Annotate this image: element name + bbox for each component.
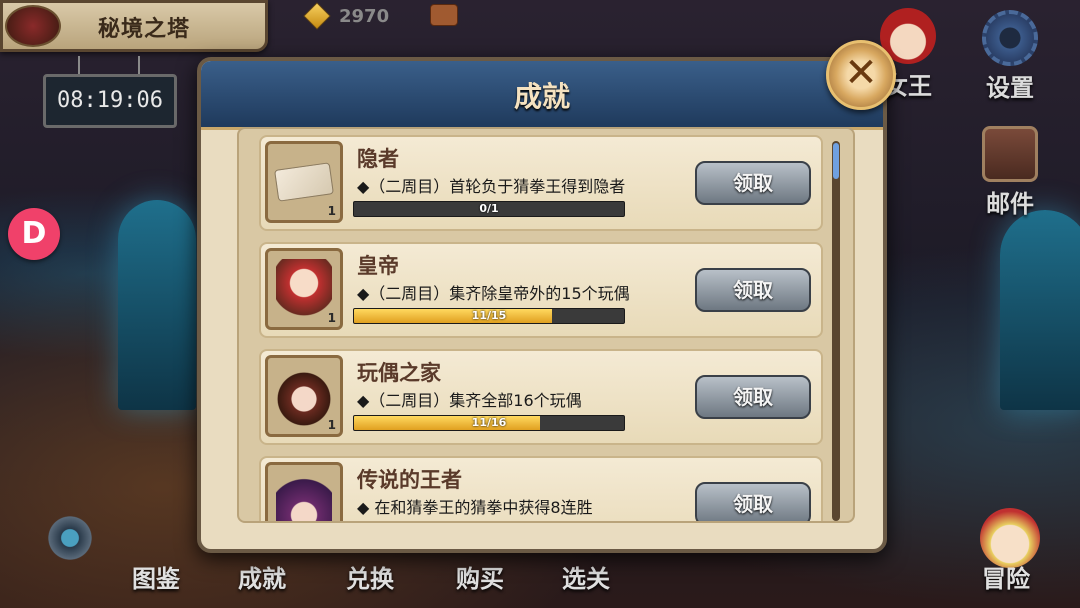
stained-window-right	[1000, 210, 1080, 410]
scroll-thumb[interactable]	[833, 143, 839, 179]
settings-label: 设置	[986, 74, 1034, 102]
dialog-title: 成就	[513, 80, 570, 113]
progress-label: 11/16	[471, 416, 507, 429]
achievement-description: ◆ 在和猜拳王的猜拳中获得8连胜	[357, 498, 593, 517]
claim-button[interactable]: 领取	[695, 161, 811, 205]
reward-thumbnail: 1	[265, 248, 343, 330]
gear-icon	[982, 10, 1038, 66]
achievement-title: 玩偶之家	[357, 361, 441, 385]
purple-hair-icon	[276, 473, 332, 521]
achievement-card: 1 隐者 ◆（二周目）首轮负于猜拳王得到隐者 0/1 领取	[259, 135, 823, 231]
close-button[interactable]: ✕	[826, 40, 896, 110]
d-badge-button[interactable]: D	[8, 208, 60, 260]
nav-item-achievements[interactable]: 成就	[238, 559, 286, 594]
scrollbar[interactable]	[832, 141, 840, 521]
reward-thumbnail	[265, 462, 343, 521]
reward-count: 1	[327, 418, 336, 432]
nav-item-codex[interactable]: 图鉴	[132, 559, 180, 594]
reward-thumbnail: 1	[265, 141, 343, 223]
clock-hanger	[78, 56, 80, 76]
claim-button[interactable]: 领取	[695, 375, 811, 419]
achievement-list[interactable]: 1 隐者 ◆（二周目）首轮负于猜拳王得到隐者 0/1 领取 1 皇帝 ◆（二周目…	[237, 127, 855, 523]
mail-label: 邮件	[986, 190, 1034, 218]
achievement-card: 1 玩偶之家 ◆（二周目）集齐全部16个玩偶 11/16 领取	[259, 349, 823, 445]
achievement-description: ◆（二周目）首轮负于猜拳王得到隐者	[357, 177, 626, 196]
ticket-icon	[274, 162, 334, 202]
reward-count: 1	[327, 311, 336, 325]
claim-button[interactable]: 领取	[695, 268, 811, 312]
location-plate: 秘境之塔	[0, 0, 268, 52]
settings-button[interactable]: 设置	[978, 10, 1042, 103]
reward-thumbnail: 1	[265, 355, 343, 437]
progress-label: 11/15	[471, 309, 507, 322]
achievement-title: 传说的王者	[357, 468, 462, 492]
nav-item-stage-select[interactable]: 选关	[562, 559, 610, 594]
emperor-doll-icon	[276, 259, 332, 319]
progress-bar: 11/16	[353, 415, 625, 431]
clock-hanger	[138, 56, 140, 76]
gem-icon	[303, 2, 331, 30]
achievement-title: 隐者	[357, 147, 399, 171]
nav-item-exchange[interactable]: 兑换	[346, 559, 394, 594]
achievement-card: 传说的王者 ◆ 在和猜拳王的猜拳中获得8连胜 领取	[259, 456, 823, 521]
mail-button[interactable]: 邮件	[978, 126, 1042, 219]
achievement-title: 皇帝	[357, 254, 399, 278]
progress-label: 0/1	[479, 202, 499, 215]
camera-icon[interactable]	[430, 4, 458, 26]
achievement-card: 1 皇帝 ◆（二周目）集齐除皇帝外的15个玩偶 11/15 领取	[259, 242, 823, 338]
reward-count: 1	[327, 204, 336, 218]
tower-emblem-icon	[5, 5, 61, 47]
claim-button[interactable]: 领取	[695, 482, 811, 521]
currency-display: 2970	[303, 2, 390, 30]
mail-chest-icon	[982, 126, 1038, 182]
compass-icon[interactable]	[40, 508, 100, 568]
location-name: 秘境之塔	[98, 17, 191, 42]
achievement-description: ◆（二周目）集齐全部16个玩偶	[357, 391, 582, 410]
countdown-timer: 08:19:06	[43, 74, 177, 128]
stained-window-left	[118, 200, 196, 410]
achievements-dialog: 成就 1 隐者 ◆（二周目）首轮负于猜拳王得到隐者 0/1 领取 1 皇帝 ◆（…	[197, 57, 887, 553]
nav-item-adventure[interactable]: 冒险	[982, 559, 1030, 594]
nav-item-purchase[interactable]: 购买	[456, 559, 504, 594]
achievement-description: ◆（二周目）集齐除皇帝外的15个玩偶	[357, 284, 630, 303]
currency-value: 2970	[339, 5, 390, 27]
progress-bar: 0/1	[353, 201, 625, 217]
dialog-header: 成就	[201, 61, 883, 130]
doll-girl-icon	[276, 366, 332, 426]
progress-bar: 11/15	[353, 308, 625, 324]
